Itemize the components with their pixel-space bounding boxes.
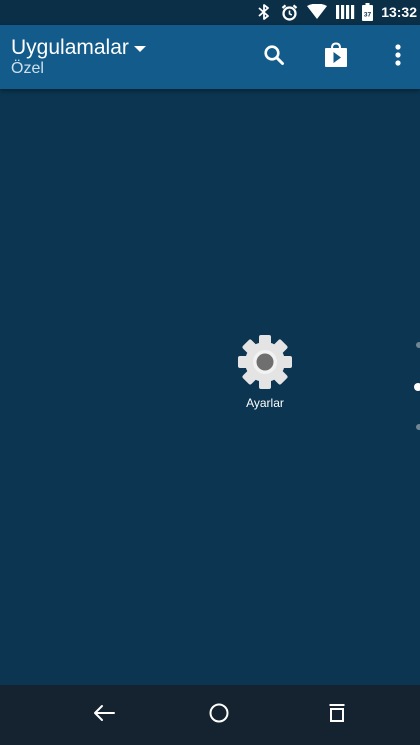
- app-category-dropdown[interactable]: Uygulamalar Özel: [11, 36, 146, 78]
- play-store-icon: [323, 42, 349, 72]
- page-indicator-dot: [416, 342, 420, 348]
- app-shortcut-settings[interactable]: Ayarlar: [226, 334, 304, 410]
- home-button[interactable]: [199, 695, 239, 735]
- status-bar: 37 13:32: [0, 0, 420, 25]
- bluetooth-icon: [257, 3, 271, 21]
- navigation-bar: [0, 685, 420, 745]
- app-drawer-screen: 37 13:32 Uygulamalar Özel Ayarlar: [0, 0, 420, 745]
- signal-icon: [335, 3, 355, 21]
- page-indicator-dot-active: [414, 383, 420, 391]
- home-circle-icon: [208, 702, 230, 728]
- wifi-icon: [306, 3, 328, 21]
- search-button[interactable]: [254, 37, 294, 77]
- toolbar-subtitle: Özel: [11, 60, 44, 77]
- app-grid: Ayarlar: [0, 89, 420, 685]
- back-button[interactable]: [84, 695, 124, 735]
- app-label: Ayarlar: [246, 396, 284, 410]
- battery-icon: 37: [361, 3, 373, 21]
- more-vert-icon: [394, 43, 402, 71]
- play-store-button[interactable]: [316, 37, 356, 77]
- clock: 13:32: [381, 4, 417, 20]
- more-options-button[interactable]: [378, 37, 418, 77]
- search-icon: [262, 43, 286, 71]
- dropdown-caret-icon: [133, 46, 146, 52]
- recents-button[interactable]: [317, 695, 357, 735]
- settings-gear-icon: [237, 334, 293, 390]
- alarm-icon: [280, 3, 298, 21]
- back-arrow-icon: [93, 704, 115, 726]
- app-toolbar: Uygulamalar Özel: [0, 25, 420, 89]
- page-indicator-dot: [416, 424, 420, 430]
- battery-level: 37: [363, 12, 371, 19]
- recents-icon: [328, 703, 346, 727]
- toolbar-title: Uygulamalar: [11, 36, 129, 59]
